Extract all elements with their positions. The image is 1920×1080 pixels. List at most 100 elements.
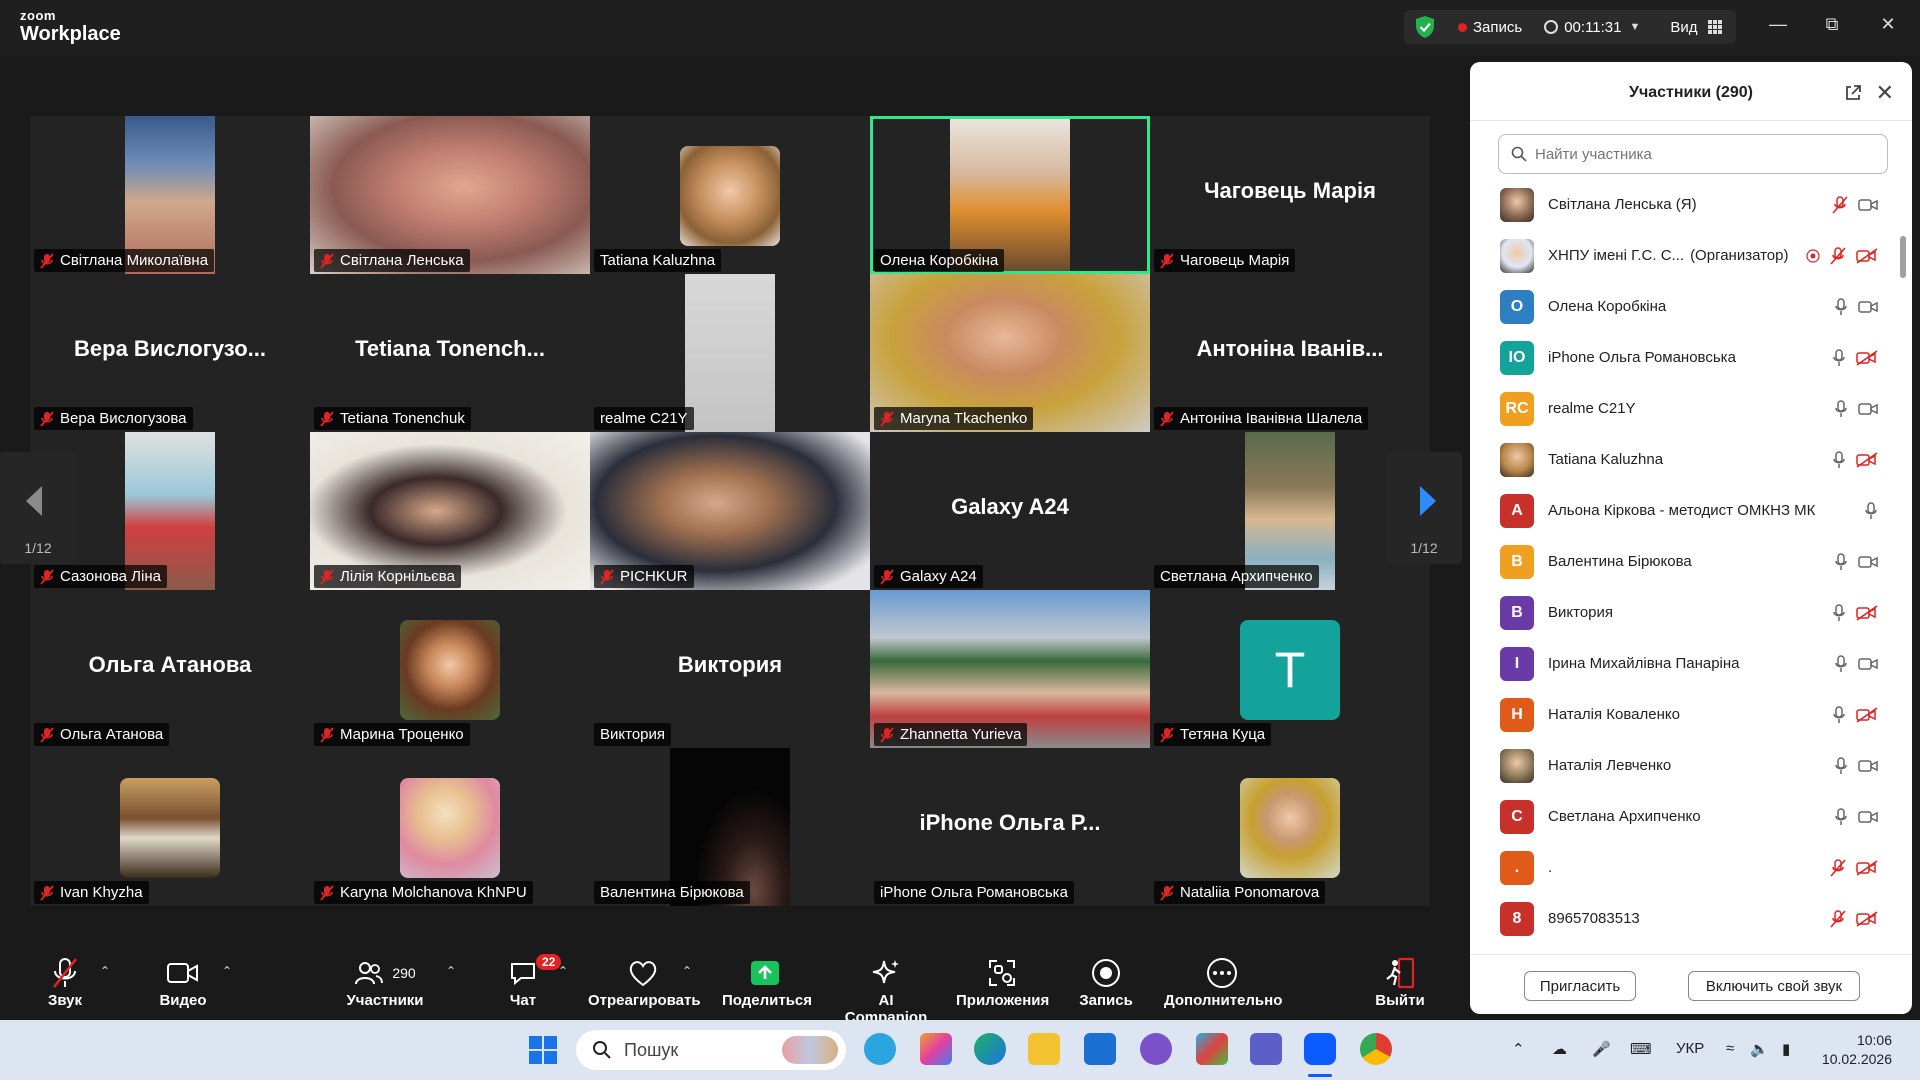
close-window-icon[interactable]: ✕	[1878, 14, 1898, 35]
wifi-icon[interactable]: ≈	[1726, 1040, 1734, 1057]
camera-off-icon[interactable]	[1856, 707, 1878, 728]
video-tile[interactable]: Tatiana Kaluzhna	[590, 116, 870, 274]
previous-page-button[interactable]: 1/12	[0, 452, 76, 564]
video-tile[interactable]: Maryna Tkachenko	[870, 274, 1150, 432]
video-tile[interactable]: Марина Троценко	[310, 590, 590, 748]
outlook-icon[interactable]	[1084, 1033, 1116, 1065]
mic-icon[interactable]	[1832, 451, 1846, 474]
invite-button[interactable]: Пригласить	[1524, 971, 1636, 1001]
view-button[interactable]: Вид	[1670, 19, 1697, 36]
system-clock[interactable]: 10:06 10.02.2026	[1822, 1031, 1892, 1069]
teams-icon[interactable]	[1250, 1033, 1282, 1065]
chevron-up-icon[interactable]: ⌃	[1512, 1040, 1525, 1058]
keyboard-icon[interactable]: ⌨	[1630, 1040, 1652, 1058]
video-tile[interactable]: Nataliia Ponomarova	[1150, 748, 1430, 906]
popout-icon[interactable]	[1844, 84, 1862, 102]
react-options-caret[interactable]: ⌃	[682, 964, 692, 978]
telegram-icon[interactable]	[864, 1033, 896, 1065]
edge-icon[interactable]	[974, 1033, 1006, 1065]
video-tile[interactable]: Вера Вислогузо... Вера Вислогузова	[30, 274, 310, 432]
mic-icon[interactable]	[1834, 655, 1848, 678]
video-tile[interactable]: Karyna Molchanova KhNPU	[310, 748, 590, 906]
chrome-icon[interactable]	[1360, 1033, 1392, 1065]
mic-icon[interactable]	[1832, 604, 1846, 627]
camera-icon[interactable]	[1858, 810, 1878, 829]
participant-row[interactable]: Tatiana Kaluzhna	[1470, 434, 1900, 485]
ai-companion-button[interactable]: AI Companion	[836, 954, 936, 1026]
chevron-down-icon[interactable]: ▼	[1630, 21, 1641, 33]
video-tile[interactable]: Ольга Атанова Ольга Атанова	[30, 590, 310, 748]
video-tile[interactable]: PICHKUR	[590, 432, 870, 590]
minimize-icon[interactable]: —	[1768, 14, 1788, 35]
windows-start-icon[interactable]	[528, 1035, 558, 1065]
video-tile[interactable]: Ivan Khyzha	[30, 748, 310, 906]
video-tile[interactable]: T Тетяна Куца	[1150, 590, 1430, 748]
participant-row[interactable]: IO iPhone Ольга Романовська	[1470, 332, 1900, 383]
mic-muted-icon[interactable]	[1830, 910, 1846, 933]
video-tile[interactable]: Валентина Бірюкова	[590, 748, 870, 906]
participants-button[interactable]: 290 Участники	[342, 954, 428, 1009]
participant-row[interactable]: С Светлана Архипченко	[1470, 791, 1900, 842]
language-indicator[interactable]: УКР	[1676, 1040, 1704, 1057]
camera-off-icon[interactable]	[1856, 350, 1878, 371]
mic-icon[interactable]	[1834, 808, 1848, 831]
viber-icon[interactable]	[1140, 1033, 1172, 1065]
leave-button[interactable]: Выйти	[1372, 954, 1428, 1009]
recording-label[interactable]: Запись	[1473, 19, 1522, 36]
meeting-timer[interactable]: 00:11:31	[1564, 19, 1621, 36]
video-tile[interactable]: Galaxy A24 Galaxy A24	[870, 432, 1150, 590]
video-tile-active-speaker[interactable]: Олена Коробкіна	[870, 116, 1150, 274]
mic-muted-icon[interactable]	[1832, 196, 1848, 219]
m365-icon[interactable]	[1196, 1033, 1228, 1065]
file-explorer-icon[interactable]	[1028, 1033, 1060, 1065]
video-tile[interactable]: realme C21Y	[590, 274, 870, 432]
close-panel-icon[interactable]: ✕	[1876, 80, 1894, 106]
camera-off-icon[interactable]	[1856, 248, 1878, 269]
chat-button[interactable]: 22 Чат	[500, 954, 562, 1009]
participant-row[interactable]: RC realme C21Y	[1470, 383, 1900, 434]
chat-options-caret[interactable]: ⌃	[558, 964, 568, 978]
volume-icon[interactable]: 🔈	[1750, 1040, 1769, 1058]
camera-icon[interactable]	[1858, 300, 1878, 319]
next-page-button[interactable]: 1/12	[1386, 452, 1462, 564]
mic-icon[interactable]	[1834, 757, 1848, 780]
video-options-caret[interactable]: ⌃	[222, 964, 232, 978]
mic-icon[interactable]	[1834, 298, 1848, 321]
participant-row[interactable]: 8 89657083513	[1470, 893, 1900, 944]
participant-row[interactable]: Н Наталія Коваленко	[1470, 689, 1900, 740]
zoom-app-icon[interactable]	[1304, 1033, 1336, 1065]
network-icon[interactable]: ☁	[1552, 1040, 1567, 1058]
search-participants-field[interactable]	[1498, 134, 1888, 174]
audio-button[interactable]: Звук	[40, 954, 90, 1009]
microphone-icon[interactable]: 🎤	[1592, 1040, 1611, 1058]
taskbar-search[interactable]: Пошук	[576, 1030, 846, 1070]
battery-icon[interactable]: ▮	[1782, 1040, 1790, 1058]
mic-icon[interactable]	[1834, 553, 1848, 576]
camera-icon[interactable]	[1858, 555, 1878, 574]
mic-icon[interactable]	[1832, 349, 1846, 372]
camera-icon[interactable]	[1858, 759, 1878, 778]
scrollbar-thumb[interactable]	[1900, 236, 1906, 278]
apps-button[interactable]: Приложения	[956, 954, 1049, 1009]
search-input[interactable]	[1535, 145, 1855, 163]
camera-icon[interactable]	[1858, 402, 1878, 421]
mic-icon[interactable]	[1864, 502, 1878, 525]
video-tile[interactable]: Світлана Миколаївна	[30, 116, 310, 274]
camera-off-icon[interactable]	[1856, 911, 1878, 932]
participants-scrollbar[interactable]	[1900, 180, 1908, 1000]
participants-options-caret[interactable]: ⌃	[446, 964, 456, 978]
participant-row[interactable]: Світлана Ленська (Я)	[1470, 179, 1900, 230]
video-tile[interactable]: Антоніна Іванів... Антоніна Іванівна Шал…	[1150, 274, 1430, 432]
grid-view-icon[interactable]	[1707, 20, 1722, 34]
participant-row[interactable]: ..	[1470, 842, 1900, 893]
participant-row[interactable]: О Олена Коробкіна	[1470, 281, 1900, 332]
copilot-icon[interactable]	[920, 1033, 952, 1065]
restore-icon[interactable]: ⧉	[1822, 14, 1842, 35]
video-tile[interactable]: Чаговець Марія Чаговець Марія	[1150, 116, 1430, 274]
camera-off-icon[interactable]	[1856, 605, 1878, 626]
mic-icon[interactable]	[1834, 400, 1848, 423]
participant-row[interactable]: А Альона Кіркова - методист ОМКНЗ МК	[1470, 485, 1900, 536]
video-tile[interactable]: Виктория Виктория	[590, 590, 870, 748]
camera-icon[interactable]	[1858, 198, 1878, 217]
participant-row[interactable]: ХНПУ імені Г.С. С... (Организатор)	[1470, 230, 1900, 281]
